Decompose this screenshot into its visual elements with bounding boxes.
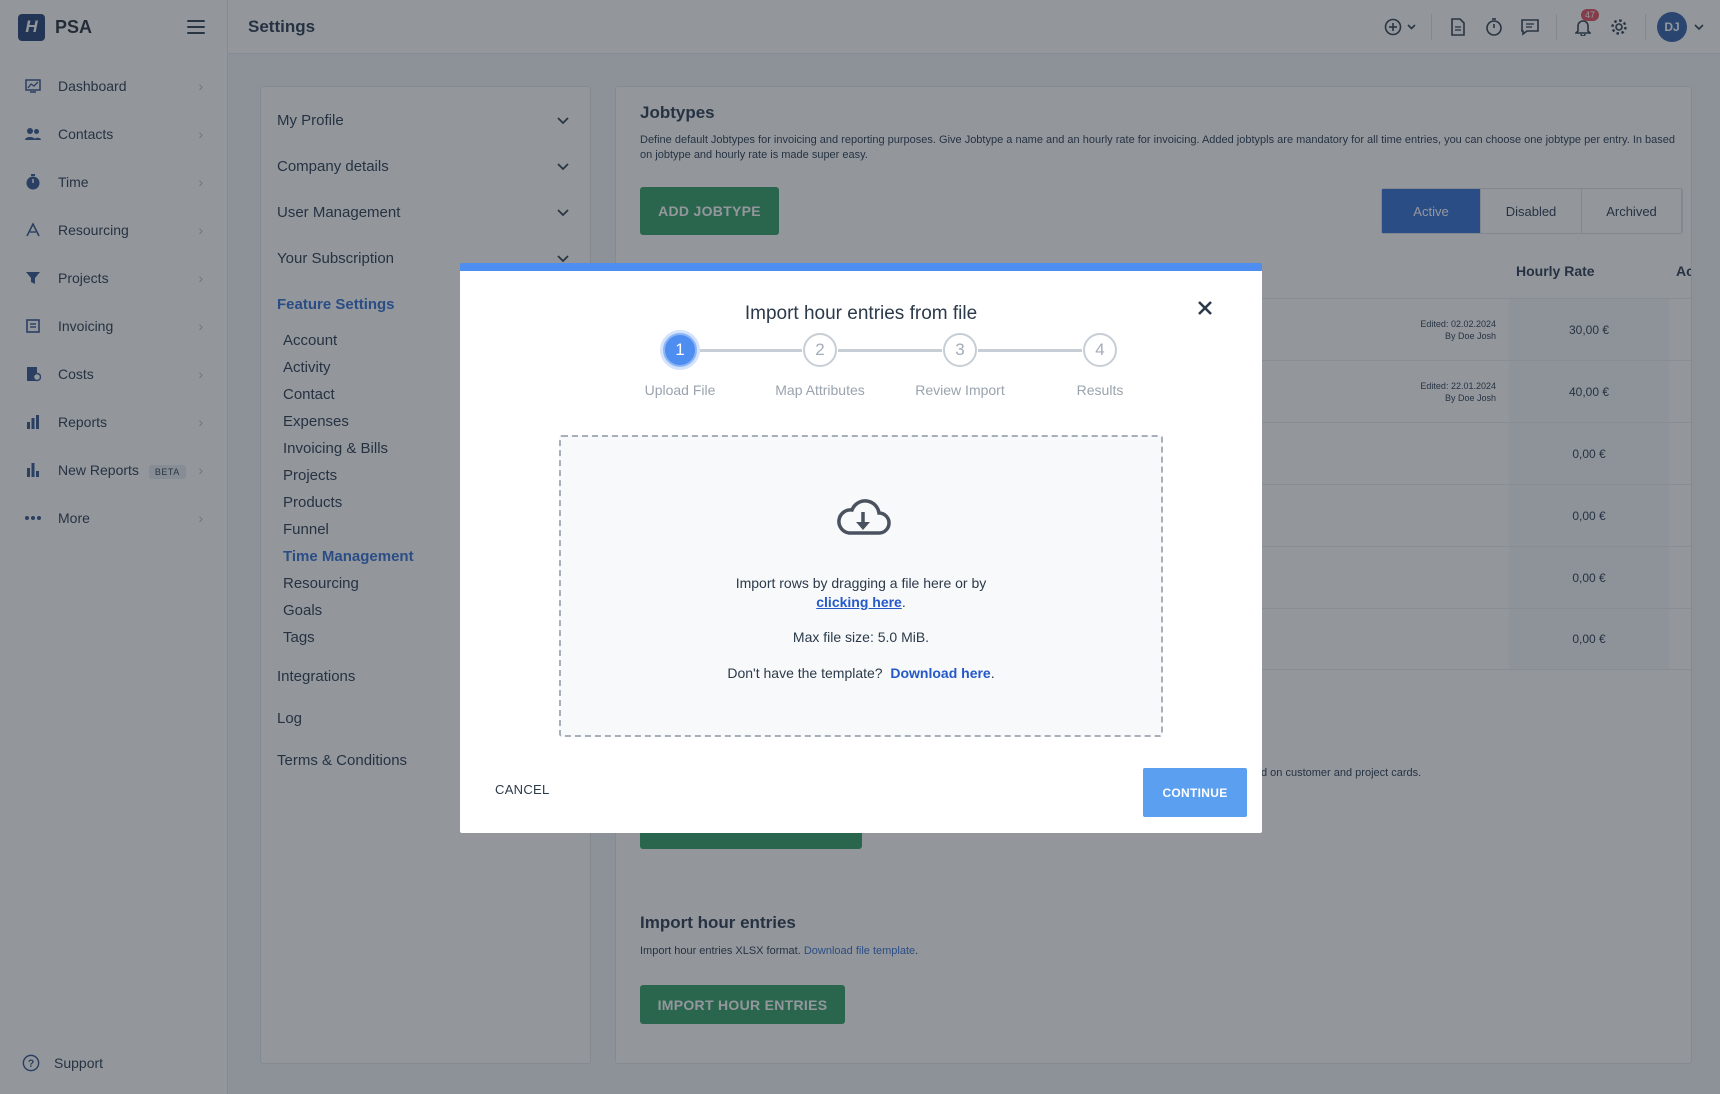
step-label: Map Attributes xyxy=(775,382,865,398)
step-map-attributes: 2 Map Attributes xyxy=(750,333,890,398)
click-to-upload-link[interactable]: clicking here xyxy=(816,594,902,610)
step-number: 4 xyxy=(1083,333,1117,367)
step-label: Review Import xyxy=(915,382,1005,398)
cloud-download-icon xyxy=(837,499,891,535)
cancel-button[interactable]: CANCEL xyxy=(495,782,550,797)
step-number: 3 xyxy=(943,333,977,367)
import-modal: Import hour entries from file 1 Upload F… xyxy=(460,263,1262,833)
dropzone-link-line: clicking here. xyxy=(816,594,906,610)
step-results: 4 Results xyxy=(1030,333,1170,398)
template-line: Don't have the template? Download here. xyxy=(727,665,995,681)
close-icon[interactable] xyxy=(1194,297,1216,319)
dropzone-instruction: Import rows by dragging a file here or b… xyxy=(735,575,987,591)
step-number: 2 xyxy=(803,333,837,367)
import-stepper: 1 Upload File 2 Map Attributes 3 Review … xyxy=(610,333,1170,423)
step-label: Results xyxy=(1076,382,1124,398)
step-review-import: 3 Review Import xyxy=(890,333,1030,398)
template-question: Don't have the template? xyxy=(727,665,883,681)
download-template-link[interactable]: Download here xyxy=(890,665,990,681)
step-upload-file: 1 Upload File xyxy=(610,333,750,398)
step-label: Upload File xyxy=(644,382,716,398)
modal-title: Import hour entries from file xyxy=(744,303,978,324)
step-number: 1 xyxy=(663,333,697,367)
max-file-size: Max file size: 5.0 MiB. xyxy=(792,629,930,645)
file-dropzone[interactable]: Import rows by dragging a file here or b… xyxy=(559,435,1163,737)
continue-button[interactable]: CONTINUE xyxy=(1143,768,1247,817)
